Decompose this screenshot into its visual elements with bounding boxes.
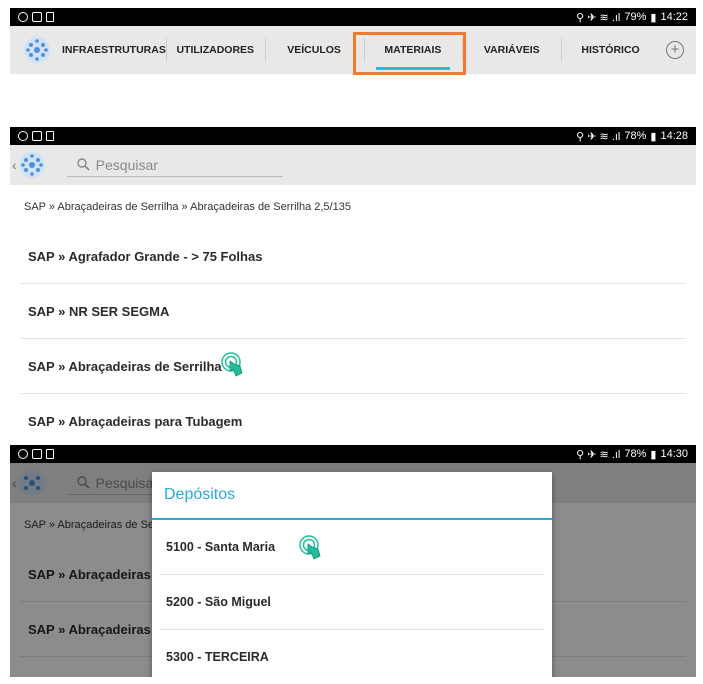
- notification-icon: [32, 12, 42, 22]
- clock: 14:30: [660, 448, 688, 460]
- app-logo-icon: [18, 152, 45, 178]
- search-placeholder: Pesquisar: [95, 156, 158, 173]
- search-input[interactable]: Pesquisar: [66, 153, 283, 177]
- plus-circle-icon[interactable]: +: [665, 41, 684, 59]
- signal-icons: ⚲ ✈ ≋ .ıl: [576, 11, 621, 24]
- screen-materials-list: ⚲ ✈ ≋ .ıl 78% ▮ 14:28 ‹ Pesquisar SAP » …: [10, 127, 696, 438]
- battery-level: 78%: [624, 130, 647, 142]
- tap-gesture-icon: [299, 535, 321, 560]
- file-icon: [46, 449, 54, 459]
- dialog-option[interactable]: 5300 - TERCEIRA: [160, 630, 544, 677]
- list-item[interactable]: SAP » Abraçadeiras para Tubagem: [20, 394, 686, 438]
- battery-level: 78%: [624, 448, 647, 460]
- eye-icon: [18, 131, 28, 141]
- tab-utilizadores[interactable]: UTILIZADORES: [165, 26, 265, 74]
- battery-icon: ▮: [650, 130, 657, 143]
- battery-icon: ▮: [650, 11, 657, 24]
- tab-veiculos[interactable]: VEÍCULOS: [264, 26, 364, 74]
- toolbar: ‹ Pesquisar: [10, 145, 696, 185]
- status-bar: ⚲ ✈ ≋ .ıl 79% ▮ 14:22: [10, 8, 696, 26]
- tab-variaveis[interactable]: VARIÁVEIS: [462, 26, 561, 74]
- dialog-title: Depósitos: [152, 472, 552, 520]
- clock: 14:28: [660, 130, 688, 142]
- battery-level: 79%: [624, 11, 647, 23]
- file-icon: [46, 12, 54, 22]
- eye-icon: [18, 12, 28, 22]
- list-item[interactable]: SAP » Abraçadeiras de Serrilha: [20, 339, 686, 394]
- tap-gesture-icon: [221, 352, 243, 377]
- clock: 14:22: [660, 11, 688, 23]
- list-item[interactable]: SAP » Agrafador Grande - > 75 Folhas: [20, 229, 686, 284]
- eye-icon: [18, 449, 28, 459]
- notification-icon: [32, 449, 42, 459]
- notification-icon: [32, 131, 42, 141]
- signal-icons: ⚲ ✈ ≋ .ıl: [576, 130, 621, 143]
- app-logo-icon: [24, 37, 50, 63]
- dialog-option[interactable]: 5200 - São Miguel: [160, 575, 544, 630]
- status-bar: ⚲ ✈ ≋ .ıl 78% ▮ 14:30: [10, 445, 696, 463]
- depositos-dialog: Depósitos 5100 - Santa Maria 5200 - São …: [152, 472, 552, 677]
- battery-icon: ▮: [650, 448, 657, 461]
- tab-historico[interactable]: HISTÓRICO: [561, 26, 660, 74]
- file-icon: [46, 131, 54, 141]
- tab-infraestruturas[interactable]: INFRAESTRUTURAS: [62, 26, 166, 74]
- list-item[interactable]: SAP » NR SER SEGMA: [20, 284, 686, 339]
- screen-materiais-tabs: ⚲ ✈ ≋ .ıl 79% ▮ 14:22 INFRAESTRUTURAS UT…: [10, 8, 696, 120]
- highlight-box: [353, 32, 466, 75]
- breadcrumb: SAP » Abraçadeiras de Serrilha » Abraçad…: [24, 201, 351, 213]
- status-bar: ⚲ ✈ ≋ .ıl 78% ▮ 14:28: [10, 127, 696, 145]
- screen-depositos-dialog: ⚲ ✈ ≋ .ıl 78% ▮ 14:30 ‹ Pesquisar SAP » …: [10, 445, 696, 677]
- dialog-option[interactable]: 5100 - Santa Maria: [160, 520, 544, 575]
- signal-icons: ⚲ ✈ ≋ .ıl: [576, 448, 621, 461]
- search-icon: [76, 158, 90, 171]
